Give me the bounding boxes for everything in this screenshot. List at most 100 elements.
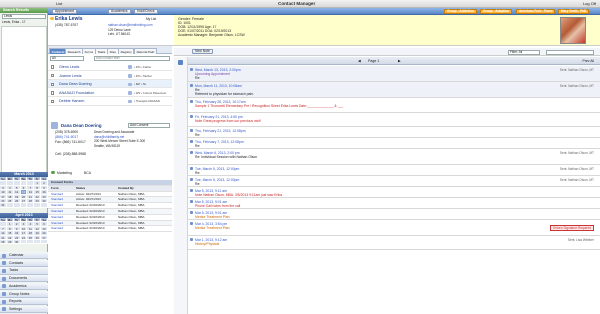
group-addiction-button[interactable]: Group - Addiction bbox=[444, 9, 477, 14]
note-item[interactable]: Mar 5, 2013, 9:01 am Mentor Treatment Pla… bbox=[188, 209, 600, 220]
calendar-day[interactable] bbox=[6, 203, 14, 208]
hold-checkout-button[interactable]: Hold/Check bbox=[134, 9, 158, 14]
calendar-day[interactable] bbox=[27, 203, 35, 208]
checkbox[interactable] bbox=[51, 73, 55, 78]
calendar-day[interactable] bbox=[34, 239, 42, 245]
calendar-day[interactable] bbox=[20, 203, 28, 208]
tab-referral-path[interactable]: Referral Path bbox=[134, 47, 157, 54]
note-date[interactable]: Wed, March 13, 2013, 2:00pm bbox=[195, 68, 241, 72]
note-item[interactable]: Tue, March 5, 2013, 12:00pm Re: Sent: Nath… bbox=[188, 176, 600, 187]
checkbox[interactable] bbox=[51, 65, 55, 69]
tab-tasks[interactable]: Tasks bbox=[95, 47, 108, 54]
group-adoption-button[interactable]: Group - Adoption bbox=[480, 9, 513, 14]
nav-academics[interactable]: Academics bbox=[0, 282, 48, 290]
list-item[interactable]: Debbie Hansen • Therapist ANASAZI bbox=[48, 97, 172, 106]
nav-calendar[interactable]: Calendar bbox=[0, 252, 48, 260]
star-icon[interactable] bbox=[50, 16, 54, 20]
note-date[interactable]: Mar 5, 2013, 9:01 am bbox=[195, 200, 227, 204]
calendar-day[interactable]: 31 bbox=[0, 203, 7, 208]
note-icon bbox=[190, 222, 193, 225]
note-date[interactable]: Thu, February 28, 2013, 10:17am bbox=[195, 100, 246, 104]
filter-search-input[interactable]: Add contact filter bbox=[94, 56, 170, 61]
note-date[interactable]: Mar 1, 2013, 9:12 am bbox=[195, 238, 227, 242]
mary-smith-button[interactable]: Mary Smith, PhD bbox=[558, 9, 590, 14]
note-date[interactable]: Tue, March 5, 2013, 12:00pm bbox=[195, 167, 239, 171]
list-item[interactable]: Dana Dean Doering • IEP • Sit bbox=[48, 80, 172, 89]
calendar-day[interactable]: 29 bbox=[6, 239, 14, 245]
contact-email[interactable]: nathan.olson@bimthinking.com bbox=[108, 23, 153, 27]
list-item[interactable]: ANASAZI Foundation • WS • Current Placeme… bbox=[48, 89, 172, 97]
note-date[interactable]: Wed, March 6, 2013, 2:00 pm bbox=[195, 151, 240, 155]
academics-button[interactable]: Academics bbox=[108, 9, 131, 14]
search-result-item[interactable]: Lewis, Erika - 17 bbox=[2, 20, 46, 25]
add-consent-select[interactable]: Add Consent bbox=[128, 123, 170, 128]
note-item[interactable]: Thu, February 7, 2013, 12:08pm Re: bbox=[188, 138, 600, 149]
american-fork-button[interactable]: American Fork - Fame bbox=[516, 9, 556, 14]
filter-select[interactable]: All bbox=[50, 56, 84, 61]
note-item[interactable]: Mar 5, 2013, 9:01 am Phone Call notes fro… bbox=[188, 198, 600, 209]
note-date[interactable]: Thu, February 21, 2013, 12:08pm bbox=[195, 129, 246, 133]
tab-research[interactable]: Research bbox=[65, 47, 84, 54]
table-cell[interactable]: Standard bbox=[51, 226, 63, 232]
note-item[interactable]: Thu, February 28, 2013, 10:17am Sample 1 … bbox=[188, 98, 600, 113]
view-all-link[interactable]: Prev All bbox=[583, 59, 595, 63]
prev-page-icon[interactable]: ◀ bbox=[358, 59, 361, 63]
note-item[interactable]: Tue, March 5, 2013, 12:00pm Re: Sent: Nath… bbox=[188, 165, 600, 176]
calendar-day[interactable] bbox=[41, 203, 48, 208]
calendar-day[interactable]: 28 bbox=[0, 239, 7, 245]
contact-demographics: Gender: Female ID: 1001 DOB: 12/11/1995 … bbox=[174, 15, 600, 46]
nav-tasks[interactable]: Tasks bbox=[0, 267, 48, 275]
note-item[interactable]: Wed, March 6, 2013, 2:00 pm Re: Individua… bbox=[188, 149, 600, 165]
nav-group-notes[interactable]: Group Notes bbox=[0, 290, 48, 298]
note-date[interactable]: Mar 4, 2013, 3:54 pm bbox=[195, 222, 227, 226]
note-item[interactable]: Thu, February 21, 2013, 12:08pm Re: bbox=[188, 127, 600, 138]
note-item[interactable]: Fri, February 21, 2013, 4:50 pm Note Grea… bbox=[188, 113, 600, 127]
new-note-button[interactable]: New Note bbox=[192, 49, 213, 54]
calendar-day[interactable] bbox=[13, 203, 21, 208]
my-list-link[interactable]: My List bbox=[146, 17, 156, 21]
nav-settings[interactable]: Settings bbox=[0, 305, 48, 314]
calendar-day[interactable] bbox=[20, 239, 28, 245]
notes-search-input[interactable] bbox=[546, 49, 594, 55]
nav-documents[interactable]: Documents bbox=[0, 275, 48, 283]
checkbox[interactable] bbox=[51, 82, 55, 86]
search-input[interactable]: Lewis bbox=[2, 14, 46, 19]
note-item[interactable]: Mar 5, 2013, 9:11 am Note Nathan Olson, M… bbox=[188, 187, 600, 198]
selected-addr1: 200 West Mercer Street Suite E-300 bbox=[94, 139, 146, 143]
note-date[interactable]: Mon, March 11, 2013, 10:08am bbox=[195, 84, 242, 88]
calendar-day[interactable]: 30 bbox=[13, 239, 21, 245]
checkbox[interactable] bbox=[51, 91, 55, 95]
tab-forms[interactable]: Forms bbox=[82, 47, 96, 54]
note-item[interactable]: Mar 4, 2013, 3:54 pm Mentor Treatment Pla… bbox=[188, 220, 600, 236]
note-date[interactable]: Mar 5, 2013, 9:01 am bbox=[195, 211, 227, 215]
calendar-day[interactable] bbox=[34, 203, 42, 208]
list-label[interactable]: List bbox=[56, 1, 62, 6]
tab-registry[interactable]: Registry bbox=[118, 47, 135, 54]
notes-filter-select[interactable]: Filter: All bbox=[508, 49, 540, 55]
note-date[interactable]: Mar 5, 2013, 9:11 am bbox=[195, 189, 227, 193]
checkbox[interactable] bbox=[51, 99, 55, 104]
note-item[interactable]: Wed, March 13, 2013, 2:00pm Upcoming Appo… bbox=[188, 66, 600, 82]
note-date[interactable]: Thu, February 7, 2013, 12:08pm bbox=[195, 140, 244, 144]
nav-contacts[interactable]: Contacts bbox=[0, 259, 48, 267]
list-item[interactable]: Joanne Lewis • P/G • Mother bbox=[48, 72, 172, 80]
nav-reports[interactable]: Reports bbox=[0, 298, 48, 306]
next-page-icon[interactable]: ▶ bbox=[398, 59, 401, 63]
calendar-day[interactable] bbox=[41, 239, 48, 245]
list-item[interactable]: Glenn Lewis • P/G • Father bbox=[48, 63, 172, 72]
note-text: Referred to physician for stomach pain. bbox=[195, 92, 254, 97]
note-date[interactable]: Tue, March 5, 2013, 12:00pm bbox=[195, 178, 239, 182]
logoff-button[interactable]: Log Off bbox=[583, 1, 596, 6]
signature-required-badge[interactable]: Erika's Signature Required bbox=[550, 225, 594, 231]
note-item[interactable]: Mar 1, 2013, 9:12 am History/Physical Sent… bbox=[188, 236, 600, 250]
marketing-label[interactable]: Marketing bbox=[57, 171, 72, 175]
note-item[interactable]: Mon, March 11, 2013, 10:08am Re: Referred … bbox=[188, 82, 600, 98]
calendar-day[interactable] bbox=[27, 239, 35, 245]
tab-files[interactable]: Files bbox=[107, 47, 119, 54]
selected-email[interactable]: dana@childfamily.net bbox=[94, 135, 124, 139]
refresh-icon[interactable] bbox=[178, 60, 183, 65]
appointment-button[interactable]: Appointment bbox=[52, 9, 78, 14]
note-date[interactable]: Fri, February 21, 2013, 4:50 pm bbox=[195, 115, 243, 119]
note-sender: Sent: Nathan Olson, MT bbox=[559, 166, 594, 171]
ca-label[interactable]: BCA bbox=[84, 171, 91, 175]
